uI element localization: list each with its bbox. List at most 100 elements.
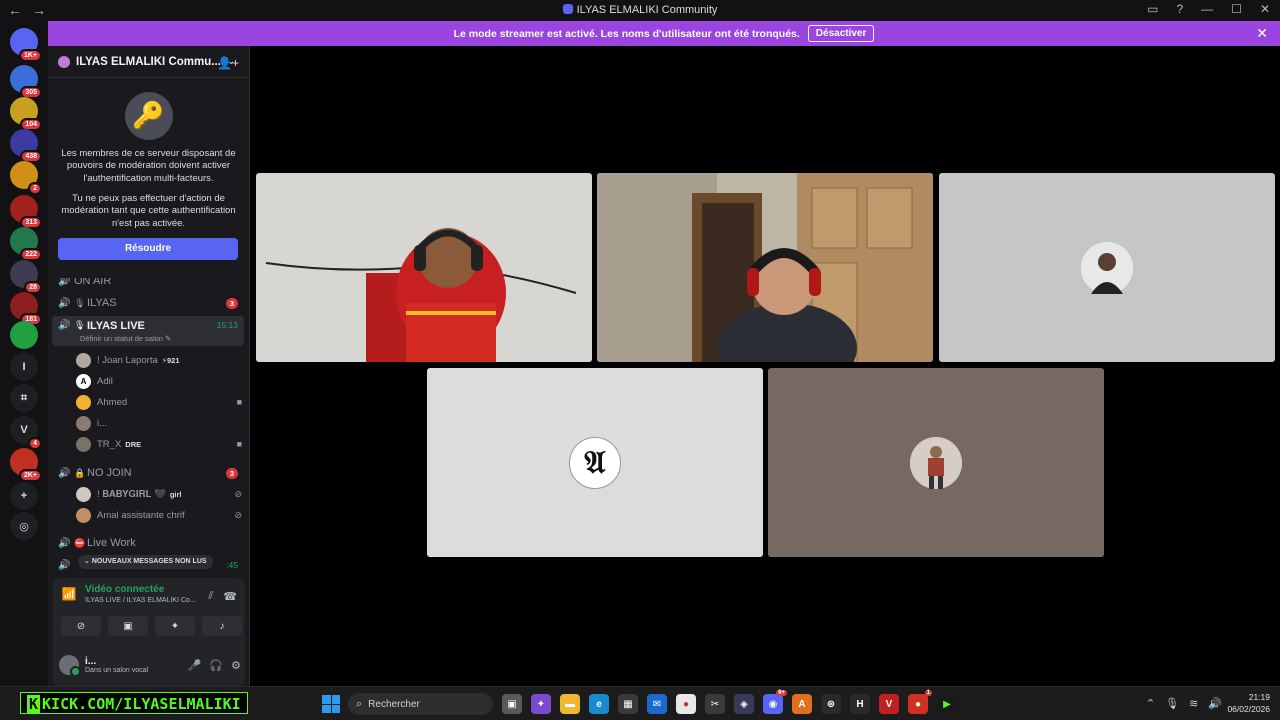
key-icon: 🔑 [124, 92, 173, 140]
copilot-icon[interactable]: ✦ [531, 694, 551, 714]
screen-share-button[interactable]: ▣ [108, 616, 148, 636]
app-a-icon[interactable]: A [792, 694, 812, 714]
server-8[interactable]: 181 [10, 292, 42, 326]
obs-icon[interactable]: ● 1 [908, 690, 932, 714]
voice-member[interactable]: Amal assistante chrif ⊘ [76, 505, 242, 525]
voice-member[interactable]: i... [76, 413, 242, 433]
server-9[interactable] [10, 321, 38, 349]
app-h-icon[interactable]: H [850, 694, 870, 714]
discord-icon[interactable]: ◉ 9+ [763, 690, 787, 714]
channel-ilyas-live[interactable]: 🔊 🎙 ILYAS LIVE 15:13 Définir un statut d… [52, 316, 244, 346]
kick-app-icon[interactable]: ▶ [937, 694, 957, 714]
invite-icon[interactable]: 👤+ [217, 56, 239, 70]
store-icon[interactable]: ▦ [618, 694, 638, 714]
mfa-text-2: Tu ne peux pas effectuer d'action de mod… [61, 193, 236, 229]
clock[interactable]: 21:19 06/02/2026 [1227, 692, 1270, 716]
lock-icon: 🔒 [74, 467, 86, 478]
channel-no-join[interactable]: 🔊 🔒 NO JOIN 3 [52, 462, 244, 484]
server-5[interactable]: 313 [10, 195, 42, 229]
microphone-icon[interactable]: 🎤 [188, 659, 202, 672]
channel-live-work[interactable]: 🔊 ⛔ Live Work [52, 532, 244, 554]
discover[interactable]: ◎ [10, 512, 38, 540]
voice-member[interactable]: Ahmed ■ [76, 392, 242, 412]
close-banner-icon[interactable]: ✕ [1256, 25, 1268, 42]
server-v[interactable]: V4 [10, 416, 42, 450]
add-server[interactable]: + [10, 482, 38, 510]
voicemod-icon[interactable]: V [879, 694, 899, 714]
server-header[interactable]: ILYAS ELMALIKI Commu... ⌄ 👤+ [48, 46, 249, 78]
voice-title[interactable]: Vidéo connectée [85, 584, 196, 595]
avatar [76, 352, 91, 368]
server-1[interactable]: 305 [10, 65, 42, 99]
system-tray: ⌃ 🎙 ≋ 🔊 [1146, 697, 1222, 710]
deafened-icon: ⊘ [234, 488, 242, 499]
taskbar-apps: ▣ ✦ ▬ e ▦ ✉ ● ✂ ◈ ◉ 9+ A ⊛ H V ● 1 ▶ [502, 690, 957, 714]
mention-badge: 2K+ [18, 469, 42, 482]
channel-ilyas[interactable]: 🔊 🎙 ILYAS 3 [52, 292, 244, 314]
taskbar-search[interactable]: ⌕ Rechercher [348, 693, 493, 715]
help-icon[interactable]: ? [1176, 2, 1183, 16]
mention-badge: 4 [28, 437, 42, 450]
server-hash[interactable]: ⌗ [10, 384, 38, 412]
mic-tray-icon[interactable]: 🎙 [1165, 697, 1179, 710]
activities-button[interactable]: ✦ [155, 616, 195, 636]
video-tile-3[interactable] [939, 173, 1275, 362]
server-10[interactable]: 2K+ [10, 448, 42, 482]
avatar: A [76, 373, 91, 389]
avatar[interactable] [59, 655, 81, 677]
headphones-icon[interactable]: 🎧 [209, 659, 223, 672]
capcut-icon[interactable]: ✂ [705, 694, 725, 714]
chevron-up-icon[interactable]: ⌃ [1146, 697, 1155, 710]
gear-icon[interactable]: ⚙ [231, 659, 241, 672]
server-4[interactable]: 2 [10, 161, 42, 195]
gamepad-icon[interactable]: ◈ [734, 694, 754, 714]
video-tile-5[interactable] [768, 368, 1104, 557]
chrome-icon[interactable]: ● [676, 694, 696, 714]
voice-member[interactable]: ! Joan Laporta ⚡921 [76, 350, 242, 370]
window-controls: ▭ ? — ☐ ✕ [1147, 2, 1270, 16]
noise-suppression-icon[interactable]: ⫽ [208, 590, 213, 603]
speaker-icon: 🔊 [58, 320, 71, 331]
server-3[interactable]: 438 [10, 129, 42, 163]
inbox-icon[interactable]: ▭ [1147, 2, 1158, 16]
video-tile-2[interactable] [597, 173, 933, 362]
discord-home-icon[interactable]: 1K+ [10, 28, 42, 62]
windows-start-icon[interactable] [322, 695, 340, 713]
voice-member[interactable]: A Adil [76, 371, 242, 391]
kick-watermark: K KICK.COM/ILYASELMALIKI [20, 692, 248, 714]
file-explorer-icon[interactable]: ▬ [560, 694, 580, 714]
voice-subtitle: ILYAS LIVE / ILYAS ELMALIKI Co... [85, 597, 196, 604]
maximize-icon[interactable]: ☐ [1231, 2, 1242, 16]
mail-icon[interactable]: ✉ [647, 694, 667, 714]
server-7[interactable]: 28 [10, 260, 42, 294]
video-stage: 𝔄 [250, 46, 1280, 686]
steam-icon[interactable]: ⊛ [821, 694, 841, 714]
streamer-mode-banner: Le mode streamer est activé. Les noms d'… [48, 21, 1280, 46]
avatar [910, 436, 962, 489]
set-channel-status[interactable]: Définir un statut de salon ✎ [80, 334, 171, 343]
voice-member[interactable]: ! 𝐁𝐀𝐁𝐘𝐆𝐈𝐑𝐋 🖤 girl ⊘ [76, 484, 242, 504]
edge-icon[interactable]: e [589, 694, 609, 714]
mention-badge: 2 [28, 182, 42, 195]
server-2[interactable]: 104 [10, 97, 42, 131]
camera-off-button[interactable]: ⊘ [61, 616, 101, 636]
server-6[interactable]: 222 [10, 227, 42, 261]
task-view-icon[interactable]: ▣ [502, 694, 522, 714]
voice-actions: ⫽ ☎ [208, 590, 237, 603]
unread-messages-pill[interactable]: ⌄ NOUVEAUX MESSAGES NON LUS [78, 555, 213, 569]
video-tile-4[interactable]: 𝔄 [427, 368, 763, 557]
disable-streamer-button[interactable]: Désactiver [807, 25, 875, 42]
resolve-button[interactable]: Résoudre [58, 238, 238, 261]
video-tile-1[interactable] [256, 173, 592, 362]
server-i[interactable]: I [10, 353, 38, 381]
volume-icon[interactable]: 🔊 [1208, 697, 1222, 710]
wifi-icon[interactable]: ≋ [1189, 697, 1198, 710]
disconnect-icon[interactable]: ☎ [223, 590, 237, 603]
minimize-icon[interactable]: — [1201, 2, 1213, 16]
soundboard-button[interactable]: ♪ [202, 616, 242, 636]
channel-on-air[interactable]: 🔊 ON AIR [52, 278, 244, 292]
voice-member[interactable]: TR_X DRE ■ [76, 434, 242, 454]
speaker-icon: 🔊 [58, 559, 71, 571]
close-window-icon[interactable]: ✕ [1260, 2, 1270, 16]
user-controls: 🎤 🎧 ⚙ [188, 659, 241, 672]
